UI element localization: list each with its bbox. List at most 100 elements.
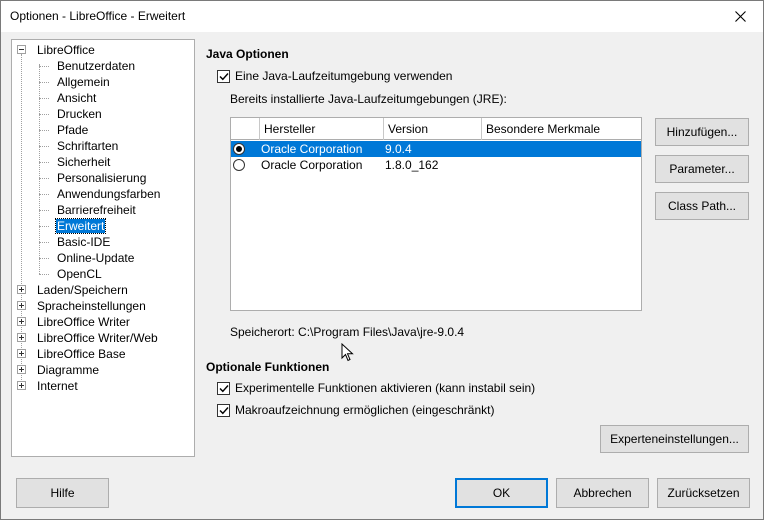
checkmark-icon [219,406,229,414]
class-path-button[interactable]: Class Path... [655,192,749,220]
tree-guide-line [39,98,49,99]
help-button[interactable]: Hilfe [16,478,109,508]
tree-item[interactable]: Sicherheit [39,154,111,170]
tree-item[interactable]: Online-Update [39,250,135,266]
window-title: Optionen - LibreOffice - Erweitert [10,9,186,23]
jre-vendor: Oracle Corporation [261,158,363,172]
jre-radio[interactable] [233,143,245,155]
jre-version: 1.8.0_162 [385,158,439,172]
tree-item-label: Personalisierung [57,171,147,185]
column-header-version[interactable]: Version [383,118,481,140]
installed-jre-label: Bereits installierte Java-Laufzeitumgebu… [230,92,507,106]
tree-item-label: Anwendungsfarben [57,187,161,201]
tree-item[interactable]: Drucken [39,106,103,122]
tree-guide-line [39,66,49,67]
tree-item-label: Laden/Speichern [37,283,128,297]
jre-table-header: Hersteller Version Besondere Merkmale [231,118,641,140]
use-jre-checkbox[interactable]: Eine Java-Laufzeitumgebung verwenden [217,69,452,83]
tree-item-label: Internet [37,379,78,393]
tree-guide-line [39,114,49,115]
tree-item-label: Online-Update [57,251,135,265]
add-jre-button[interactable]: Hinzufügen... [655,118,749,146]
tree-item-label: LibreOffice Base [37,347,126,361]
tree-item[interactable]: Erweitert [39,218,107,234]
tree-item-label: Barrierefreiheit [57,203,136,217]
jre-vendor: Oracle Corporation [261,142,363,156]
tree-item[interactable]: Barrierefreiheit [39,202,137,218]
reset-button[interactable]: Zurücksetzen [657,478,750,508]
checkmark-icon [219,384,229,392]
java-options-title: Java Optionen [206,47,289,61]
tree-item[interactable]: Ansicht [39,90,97,106]
ok-button[interactable]: OK [455,478,548,508]
tree-item-label: Benutzerdaten [57,59,136,73]
tree-item-label: Drucken [57,107,102,121]
expand-icon[interactable] [17,333,26,342]
tree-item[interactable]: Laden/Speichern [16,282,129,298]
close-icon [734,11,746,22]
expand-icon[interactable] [17,349,26,358]
tree-guide-line [39,226,49,227]
tree-item-label: LibreOffice Writer/Web [37,331,158,345]
tree-item-label: Diagramme [37,363,100,377]
tree-item[interactable]: Allgemein [39,74,111,90]
tree-item[interactable]: OpenCL [39,266,103,282]
tree-item[interactable]: Internet [16,378,79,394]
tree-item-label: Sicherheit [57,155,111,169]
expand-icon[interactable] [17,301,26,310]
tree-item[interactable]: Pfade [39,122,89,138]
expand-icon[interactable] [17,317,26,326]
tree-item-label: LibreOffice [37,43,95,57]
checkmark-icon [219,72,229,80]
macro-recording-checkbox[interactable]: Makroaufzeichnung ermöglichen (eingeschr… [217,403,494,417]
use-jre-checkbox-box[interactable] [217,69,230,83]
tree-item-label: Pfade [57,123,89,137]
jre-row[interactable]: Oracle Corporation 9.0.4 [231,141,641,157]
jre-table[interactable]: Hersteller Version Besondere Merkmale Or… [230,117,642,311]
tree-item[interactable]: Diagramme [16,362,100,378]
column-header-features[interactable]: Besondere Merkmale [481,118,639,140]
tree-item[interactable]: Schriftarten [39,138,119,154]
macro-recording-checkbox-box[interactable] [217,403,230,417]
experimental-checkbox-box[interactable] [217,381,230,395]
use-jre-label: Eine Java-Laufzeitumgebung verwenden [235,69,453,83]
tree-item-label: Schriftarten [57,139,119,153]
tree-guide-line [39,162,49,163]
collapse-icon[interactable] [17,45,26,54]
jre-version: 9.0.4 [385,142,412,156]
expand-icon[interactable] [17,285,26,294]
tree-item[interactable]: Spracheinstellungen [16,298,147,314]
tree-item-label: Erweitert [54,218,107,234]
title-bar: Optionen - LibreOffice - Erweitert [1,1,763,32]
tree-item[interactable]: Anwendungsfarben [39,186,161,202]
jre-location: Speicherort: C:\Program Files\Java\jre-9… [230,325,465,339]
parameters-button[interactable]: Parameter... [655,155,749,183]
column-header-radio[interactable] [231,118,259,140]
tree-guide-line [39,130,49,131]
tree-guide-line [39,82,49,83]
tree-item[interactable]: LibreOffice [16,42,96,58]
tree-item[interactable]: Basic-IDE [39,234,111,250]
options-dialog: Optionen - LibreOffice - Erweitert Libre… [0,0,764,520]
jre-radio[interactable] [233,159,245,171]
column-header-vendor[interactable]: Hersteller [259,118,383,140]
experimental-label: Experimentelle Funktionen aktivieren (ka… [235,381,536,395]
experimental-checkbox[interactable]: Experimentelle Funktionen aktivieren (ka… [217,381,535,395]
tree-item[interactable]: LibreOffice Writer [16,314,131,330]
macro-recording-label: Makroaufzeichnung ermöglichen (eingeschr… [235,403,495,417]
tree-item[interactable]: Benutzerdaten [39,58,136,74]
close-button[interactable] [717,1,763,32]
tree-item-label: LibreOffice Writer [37,315,130,329]
tree-guide-line [39,178,49,179]
expand-icon[interactable] [17,365,26,374]
tree-item[interactable]: LibreOffice Base [16,346,127,362]
cancel-button[interactable]: Abbrechen [556,478,649,508]
tree-item[interactable]: LibreOffice Writer/Web [16,330,159,346]
tree-item-label: Spracheinstellungen [37,299,146,313]
options-tree[interactable]: LibreOffice Benutzerdaten Allgemein Ansicht… [11,39,195,457]
tree-item[interactable]: Personalisierung [39,170,147,186]
expert-settings-button[interactable]: Experteneinstellungen... [600,425,749,453]
jre-row[interactable]: Oracle Corporation 1.8.0_162 [231,157,641,173]
tree-guide-line [39,194,49,195]
expand-icon[interactable] [17,381,26,390]
